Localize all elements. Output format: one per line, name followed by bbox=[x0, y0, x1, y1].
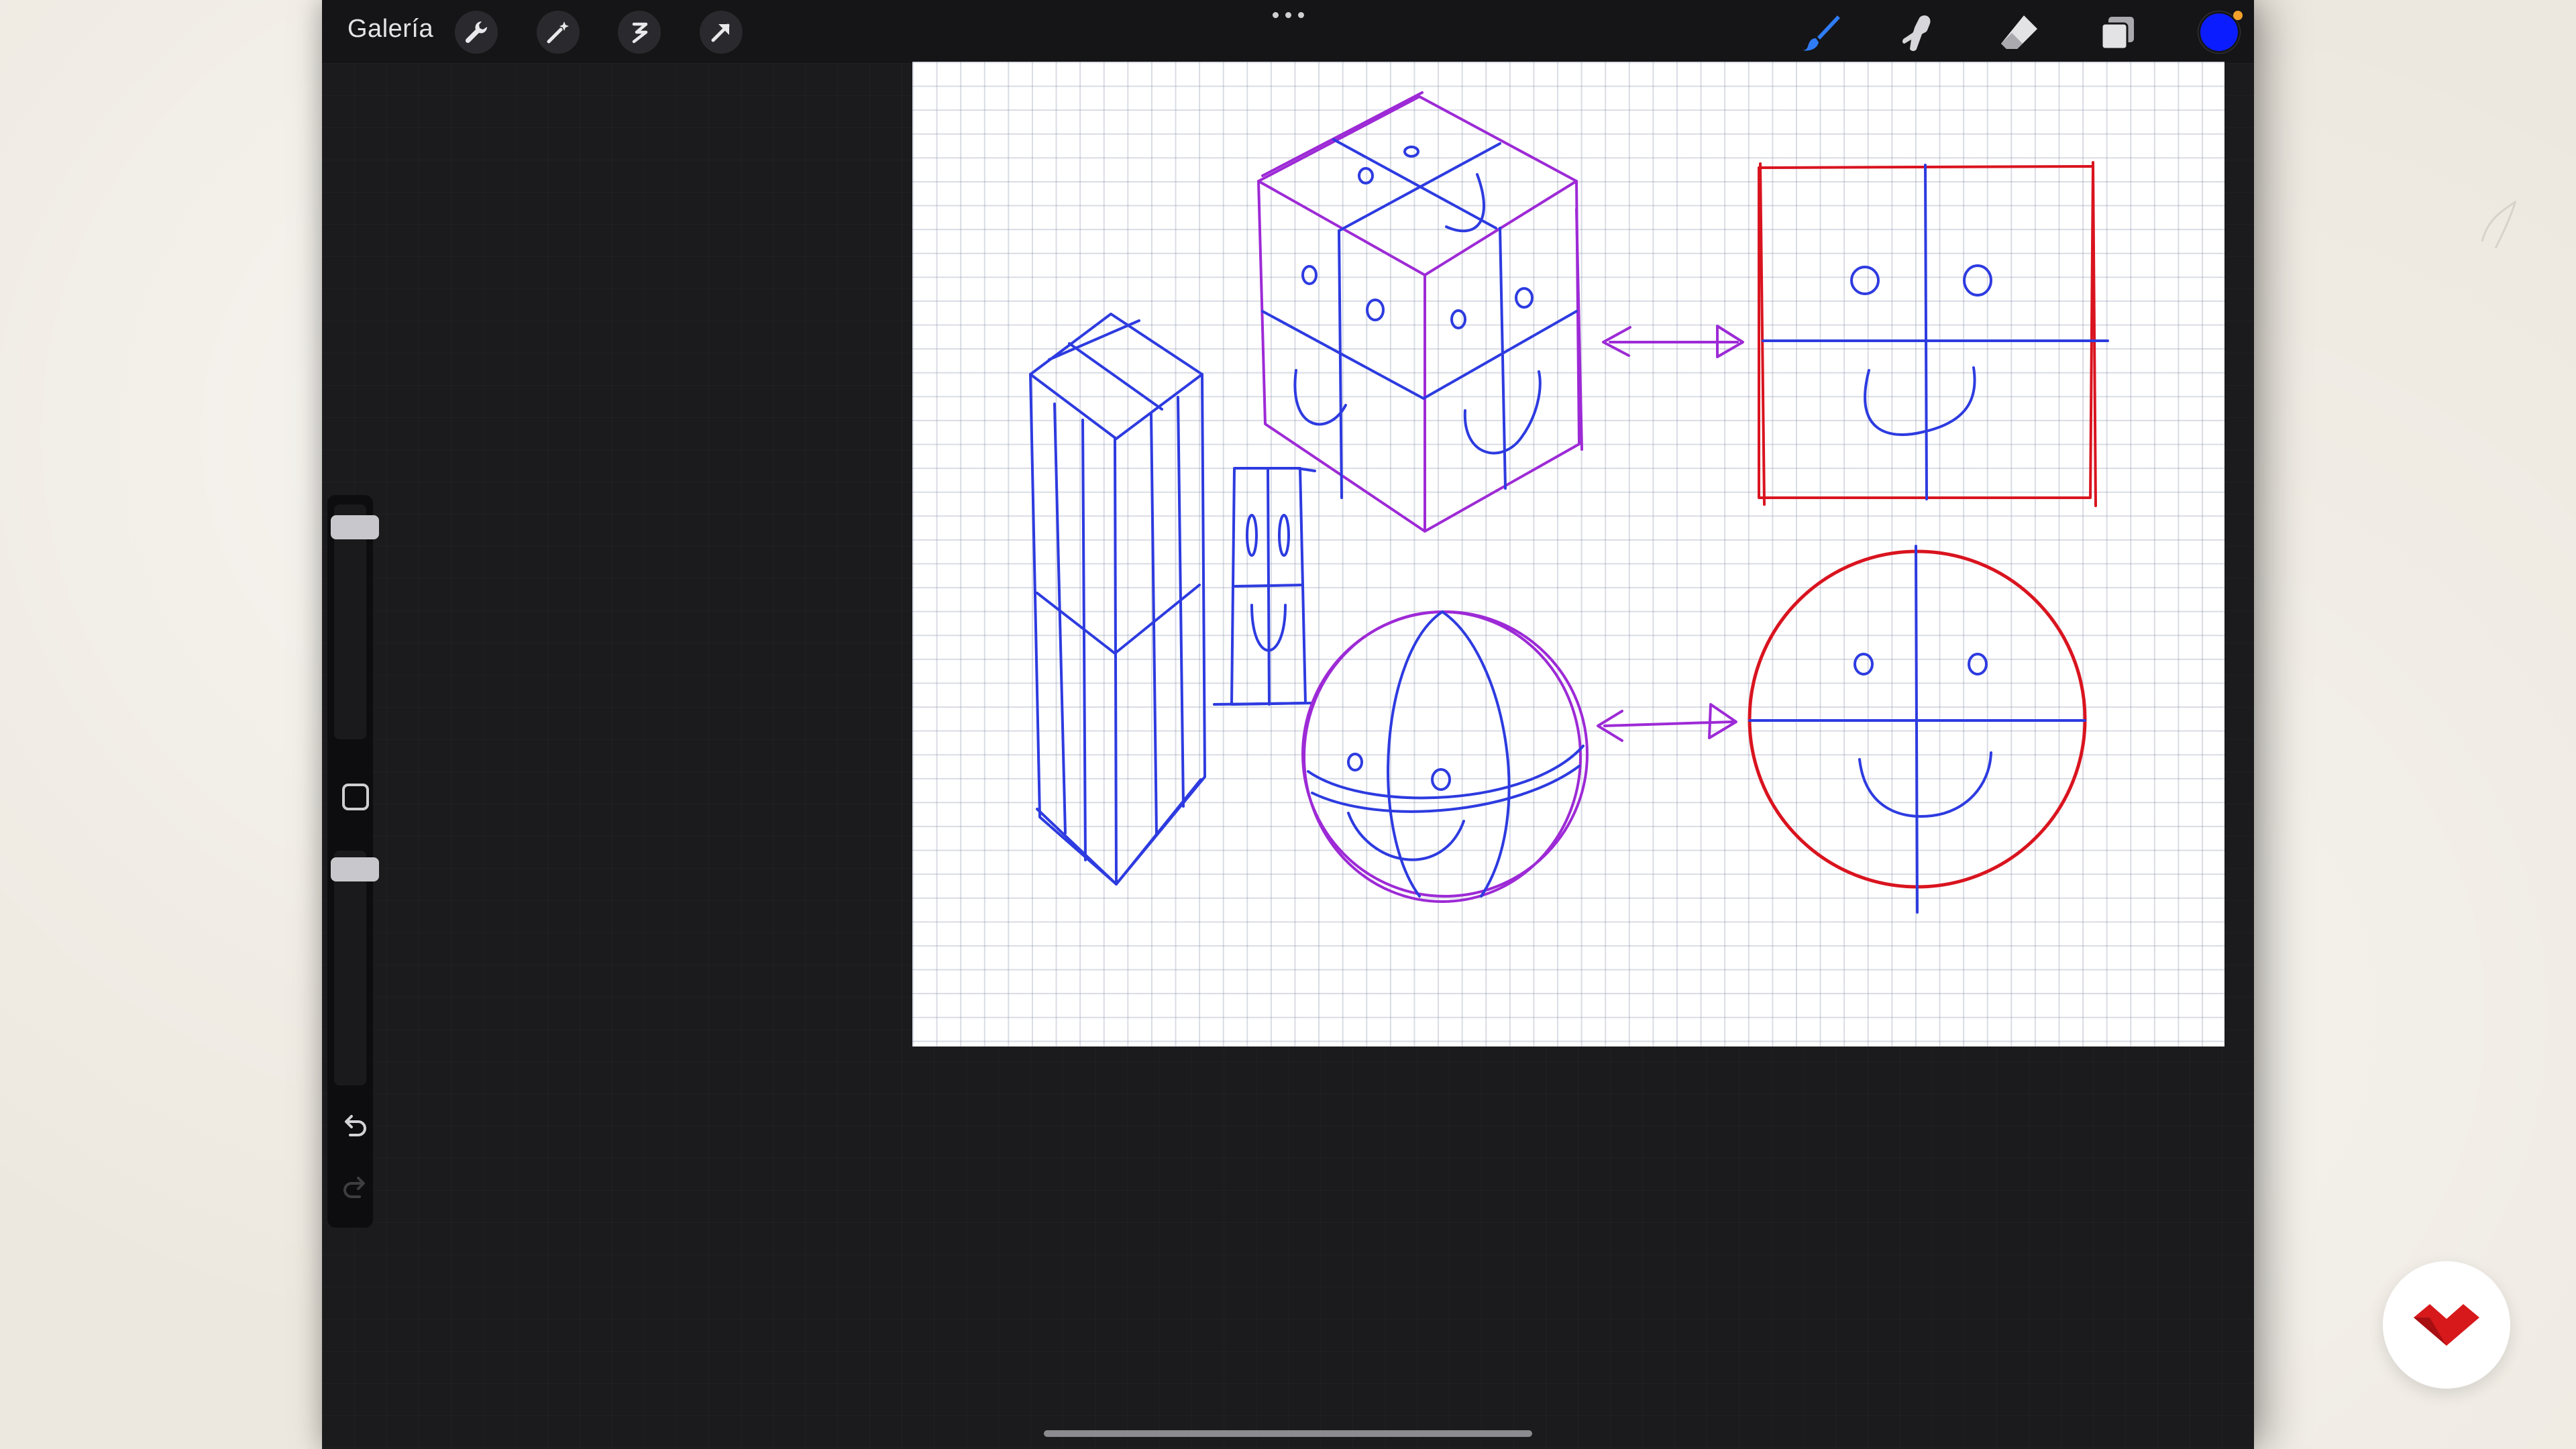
top-toolbar: Galería bbox=[322, 0, 2254, 63]
gallery-button[interactable]: Galería bbox=[347, 15, 433, 44]
undo-icon[interactable] bbox=[339, 1112, 370, 1143]
eraser-icon[interactable] bbox=[1995, 9, 2042, 56]
home-indicator bbox=[1044, 1430, 1532, 1437]
opacity-slider[interactable] bbox=[334, 851, 366, 1085]
redo-icon[interactable] bbox=[339, 1174, 370, 1205]
tall-prism-sketch bbox=[1029, 313, 1206, 885]
adjustments-magic-wand-icon[interactable] bbox=[537, 11, 580, 54]
arrow-top-sketch bbox=[1602, 325, 1744, 358]
procreate-app-window: Galería bbox=[322, 0, 2254, 1449]
brand-logo-badge bbox=[2383, 1261, 2510, 1389]
smudge-icon[interactable] bbox=[1896, 9, 1943, 56]
brush-icon[interactable] bbox=[1798, 9, 1845, 56]
color-picker-swatch[interactable] bbox=[2200, 13, 2238, 51]
brand-logo-icon bbox=[2414, 1304, 2479, 1346]
square-face-sketch bbox=[1758, 161, 2109, 507]
color-indicator-dot bbox=[2233, 11, 2243, 20]
sphere-sketch bbox=[1301, 610, 1589, 903]
selection-icon[interactable] bbox=[618, 11, 661, 54]
cube-sketch bbox=[1257, 91, 1583, 533]
more-options-dots[interactable] bbox=[1261, 12, 1315, 25]
brush-size-handle[interactable] bbox=[331, 515, 379, 539]
sketch-drawing bbox=[1029, 91, 2109, 914]
left-sidebar bbox=[327, 495, 379, 1228]
modify-button[interactable] bbox=[342, 784, 369, 810]
transform-arrow-icon[interactable] bbox=[700, 11, 743, 54]
actions-wrench-icon[interactable] bbox=[455, 11, 498, 54]
arrow-bottom-sketch bbox=[1597, 703, 1737, 742]
drawing-canvas[interactable] bbox=[912, 62, 2224, 1046]
opacity-handle[interactable] bbox=[331, 857, 379, 881]
circle-face-sketch bbox=[1748, 545, 2087, 914]
brush-size-slider[interactable] bbox=[334, 504, 366, 739]
layers-icon[interactable] bbox=[2094, 9, 2141, 56]
signature-watermark bbox=[2481, 200, 2517, 249]
small-rect-sketch bbox=[1213, 467, 1316, 706]
